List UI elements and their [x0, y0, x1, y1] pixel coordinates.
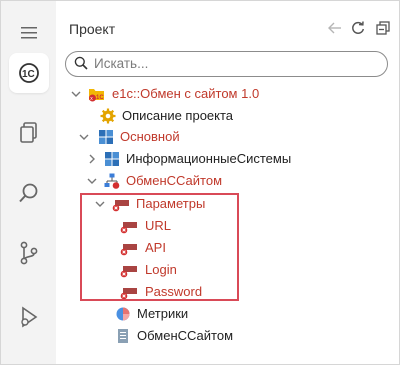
- panel-title: Проект: [69, 21, 116, 37]
- tree-item-label: Описание проекта: [122, 108, 234, 123]
- files-icon[interactable]: [9, 113, 49, 153]
- tree-item-label: ОбменССайтом: [137, 328, 234, 343]
- subsystem-icon: [98, 129, 114, 145]
- subsystem-icon: [104, 151, 120, 167]
- tree-item-project[interactable]: x 1C e1c::Обмен с сайтом 1.0: [60, 83, 390, 105]
- tree-item-infosystems[interactable]: ИнформационныеСистемы: [60, 148, 390, 170]
- chevron-right-icon[interactable]: [86, 153, 98, 165]
- collapse-all-icon[interactable]: [374, 19, 392, 37]
- 1c-icon[interactable]: 1С: [9, 53, 49, 93]
- tree-item-metrics[interactable]: Метрики: [60, 303, 390, 325]
- arrow-left-icon[interactable]: [326, 19, 344, 37]
- svg-text:1С: 1С: [22, 69, 35, 80]
- gear-icon: [100, 108, 116, 124]
- tree-item-label: ИнформационныеСистемы: [126, 151, 292, 166]
- tree-item-exchange[interactable]: ОбменССайтом: [60, 170, 390, 192]
- tree-item-label: Метрики: [137, 306, 189, 321]
- tree-item-label: e1c::Обмен с сайтом 1.0: [112, 86, 260, 101]
- tree-item-label: Основной: [120, 129, 180, 144]
- tree-item-exchange-document[interactable]: ОбменССайтом: [60, 325, 390, 347]
- source-control-icon[interactable]: [9, 233, 49, 273]
- tree-item-description[interactable]: Описание проекта: [60, 105, 390, 127]
- search-box: [65, 51, 388, 77]
- menu-icon[interactable]: [9, 13, 49, 53]
- search-icon: [74, 56, 88, 75]
- search-icon[interactable]: [9, 173, 49, 213]
- project-folder-icon: x 1C: [88, 86, 104, 102]
- chevron-down-icon[interactable]: [86, 175, 98, 187]
- highlight-frame: [80, 193, 239, 301]
- document-icon: [115, 328, 131, 344]
- svg-text:1C: 1C: [96, 95, 104, 101]
- run-debug-icon[interactable]: [9, 297, 49, 337]
- search-input[interactable]: [94, 54, 374, 72]
- chevron-down-icon[interactable]: [78, 131, 90, 143]
- tree-item-main[interactable]: Основной: [60, 126, 390, 148]
- tree-item-label: ОбменССайтом: [126, 173, 223, 188]
- chevron-down-icon[interactable]: [70, 88, 82, 100]
- refresh-icon[interactable]: [349, 19, 367, 37]
- exchange-icon: [104, 173, 120, 189]
- metrics-icon: [115, 306, 131, 322]
- activity-bar: 1С: [1, 1, 56, 364]
